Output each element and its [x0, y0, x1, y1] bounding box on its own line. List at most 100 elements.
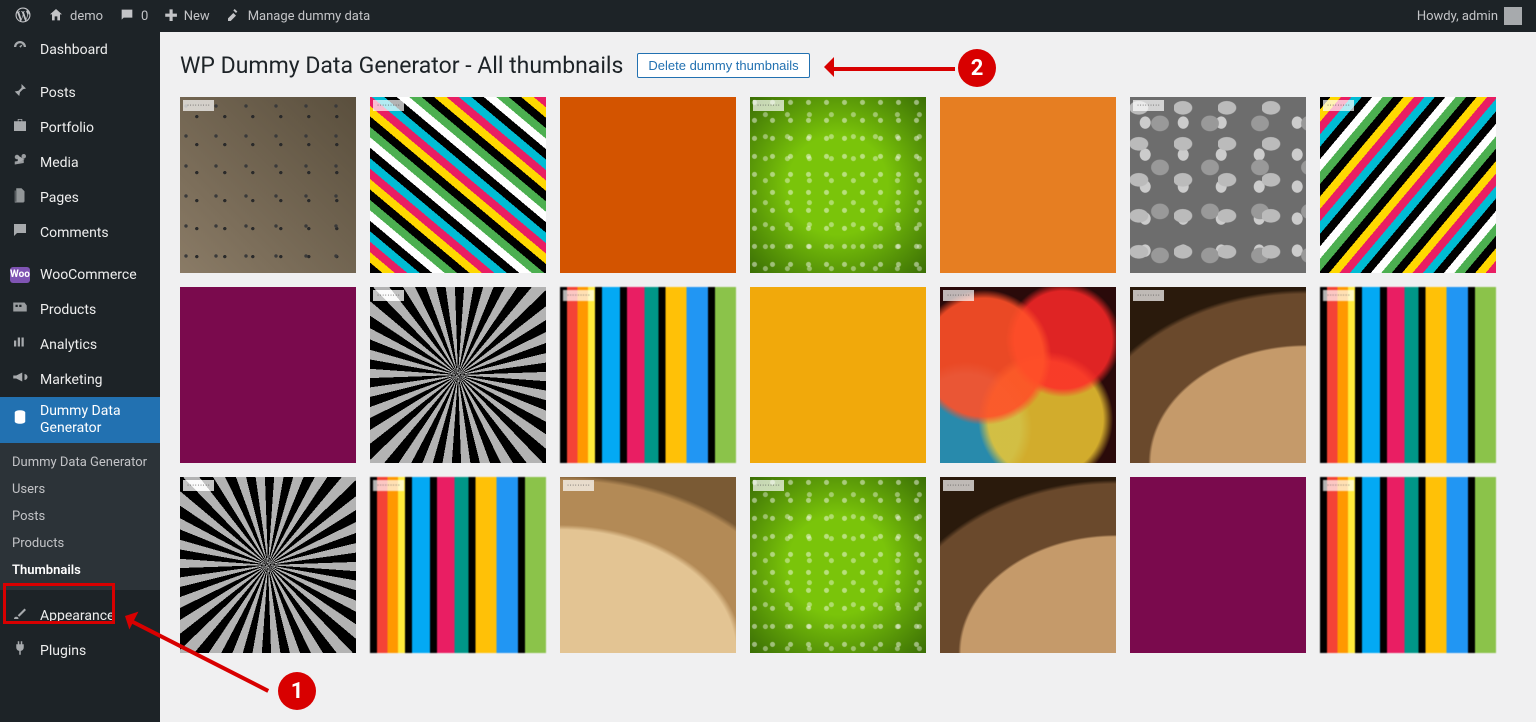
menu-marketing[interactable]: Marketing	[0, 362, 160, 397]
manage-dummy-link[interactable]: Manage dummy data	[218, 0, 379, 32]
thumbnail[interactable]: ·········	[1320, 287, 1496, 463]
thumbnail[interactable]	[940, 97, 1116, 273]
menu-label: Pages	[40, 190, 79, 206]
thumb-tag: ·········	[1133, 100, 1164, 111]
submenu-users[interactable]: Users	[0, 476, 160, 503]
thumbnail[interactable]	[1130, 477, 1306, 653]
menu-label: Dummy Data Generator	[40, 403, 160, 437]
submenu-dummy-data: Dummy Data Generator Users Posts Product…	[0, 443, 160, 591]
howdy-link[interactable]: Howdy, admin	[1409, 0, 1530, 32]
annotation-arrowhead-2	[814, 57, 834, 77]
thumb-tag: ·········	[563, 290, 594, 301]
thumb-tag: ·········	[183, 100, 214, 111]
menu-dummy-data-generator[interactable]: Dummy Data Generator	[0, 397, 160, 443]
menu-plugins[interactable]: Plugins	[0, 633, 160, 668]
menu-pages[interactable]: Pages	[0, 180, 160, 215]
menu-label: WooCommerce	[40, 267, 137, 283]
thumb-tag: ·········	[943, 480, 974, 491]
menu-posts[interactable]: Posts	[0, 75, 160, 110]
thumbnail[interactable]: ·········	[940, 477, 1116, 653]
thumb-tag: ·········	[183, 480, 214, 491]
thumbnail[interactable]	[560, 97, 736, 273]
menu-products[interactable]: Products	[0, 292, 160, 327]
submenu-generator[interactable]: Dummy Data Generator	[0, 449, 160, 477]
menu-dashboard[interactable]: Dashboard	[0, 32, 160, 67]
menu-woocommerce[interactable]: Woo WooCommerce	[0, 258, 160, 292]
thumb-tag: ·········	[943, 290, 974, 301]
thumb-tag: ·········	[753, 480, 784, 491]
thumb-tag: ·········	[1323, 480, 1354, 491]
menu-label: Plugins	[40, 643, 86, 659]
plug-icon	[10, 639, 30, 662]
thumb-tag: ·········	[1323, 100, 1354, 111]
thumbnail[interactable]: ·········	[370, 287, 546, 463]
thumb-tag: ·········	[1133, 290, 1164, 301]
menu-label: Analytics	[40, 337, 97, 353]
thumbnail[interactable]: ·········	[940, 287, 1116, 463]
database-icon	[10, 408, 30, 432]
menu-label: Marketing	[40, 372, 103, 388]
menu-media[interactable]: Media	[0, 145, 160, 180]
wp-logo[interactable]	[6, 0, 40, 32]
delete-thumbnails-button[interactable]: Delete dummy thumbnails	[637, 53, 809, 78]
new-label: New	[184, 9, 210, 24]
thumb-tag: ·········	[753, 100, 784, 111]
megaphone-icon	[10, 368, 30, 391]
menu-label: Portfolio	[40, 120, 94, 136]
admin-bar: demo 0 ✚ New Manage dummy data Howdy, ad…	[0, 0, 1536, 32]
site-link[interactable]: demo	[40, 0, 111, 32]
home-icon	[48, 7, 64, 26]
comment-count: 0	[141, 9, 148, 24]
page-title: WP Dummy Data Generator - All thumbnails	[180, 52, 623, 79]
thumbnail[interactable]: ·········	[370, 97, 546, 273]
thumbnail[interactable]: ·········	[1130, 97, 1306, 273]
thumbnail[interactable]: ·········	[180, 477, 356, 653]
menu-analytics[interactable]: Analytics	[0, 327, 160, 362]
thumbnail[interactable]: ·········	[180, 97, 356, 273]
manage-dummy-label: Manage dummy data	[248, 9, 371, 24]
admin-bar-left: demo 0 ✚ New Manage dummy data	[6, 0, 378, 32]
thumb-tag: ·········	[1323, 290, 1354, 301]
wordpress-icon	[14, 6, 32, 27]
thumbnail-grid: ········· ········· ········· ········· …	[180, 97, 1516, 653]
analytics-icon	[10, 333, 30, 356]
comments-icon	[10, 221, 30, 244]
thumbnail[interactable]: ·········	[1320, 477, 1496, 653]
page-header: WP Dummy Data Generator - All thumbnails…	[180, 52, 1516, 79]
main-content: WP Dummy Data Generator - All thumbnails…	[160, 32, 1536, 722]
menu-label: Dashboard	[40, 42, 108, 58]
menu-label: Posts	[40, 85, 76, 101]
thumbnail[interactable]: ·········	[1130, 287, 1306, 463]
dashboard-icon	[10, 38, 30, 61]
submenu-thumbnails[interactable]: Thumbnails	[0, 557, 160, 584]
thumbnail[interactable]	[180, 287, 356, 463]
thumbnail[interactable]	[750, 287, 926, 463]
thumbnail[interactable]: ·········	[370, 477, 546, 653]
pages-icon	[10, 186, 30, 209]
avatar	[1504, 7, 1522, 25]
annotation-box-1	[3, 583, 115, 624]
thumbnail[interactable]: ·········	[750, 97, 926, 273]
thumbnail[interactable]: ·········	[560, 477, 736, 653]
plus-icon: ✚	[164, 8, 177, 24]
products-icon	[10, 298, 30, 321]
submenu-products[interactable]: Products	[0, 530, 160, 557]
new-link[interactable]: ✚ New	[156, 0, 217, 32]
thumbnail[interactable]: ·········	[560, 287, 736, 463]
thumb-tag: ·········	[373, 100, 404, 111]
comment-icon	[119, 7, 135, 26]
site-name: demo	[70, 9, 103, 24]
menu-portfolio[interactable]: Portfolio	[0, 110, 160, 145]
menu-label: Media	[40, 155, 79, 171]
portfolio-icon	[10, 116, 30, 139]
comments-link[interactable]: 0	[111, 0, 156, 32]
menu-label: Products	[40, 302, 96, 318]
menu-comments[interactable]: Comments	[0, 215, 160, 250]
media-icon	[10, 151, 30, 174]
thumbnail[interactable]: ·········	[1320, 97, 1496, 273]
annotation-arrow-2	[830, 67, 955, 71]
menu-label: Comments	[40, 225, 109, 241]
thumbnail[interactable]: ·········	[750, 477, 926, 653]
submenu-posts[interactable]: Posts	[0, 503, 160, 530]
thumb-tag: ·········	[373, 290, 404, 301]
